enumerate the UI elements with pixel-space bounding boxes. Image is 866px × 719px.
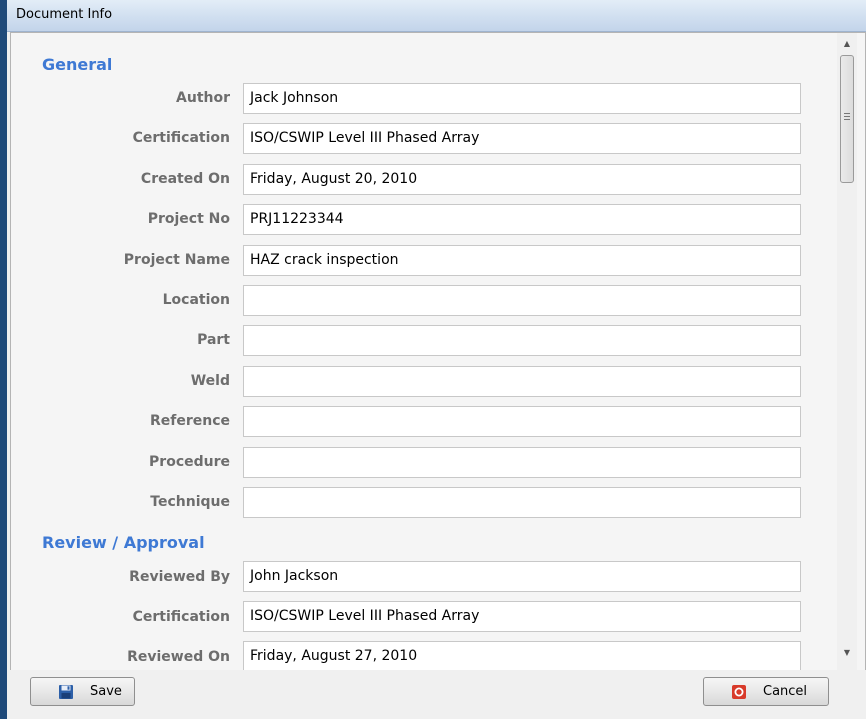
title-bar[interactable]: Document Info: [7, 0, 866, 32]
grip-line-icon: [844, 116, 850, 117]
grip-line-icon: [844, 113, 850, 114]
document-info-window: Document Info General Author Jack Johnso…: [7, 0, 866, 719]
section-title-review: Review / Approval: [42, 533, 205, 552]
location-field[interactable]: [243, 285, 801, 316]
scrollbar-thumb[interactable]: [840, 55, 854, 183]
reviewed-by-field[interactable]: John Jackson: [243, 561, 801, 592]
certification-label: Certification: [132, 130, 230, 146]
project-no-field[interactable]: PRJ11223344: [243, 204, 801, 235]
project-name-label: Project Name: [123, 252, 230, 268]
reference-label: Reference: [149, 413, 230, 429]
section-title-general: General: [42, 55, 113, 74]
technique-field[interactable]: [243, 487, 801, 518]
procedure-label: Procedure: [149, 454, 230, 470]
reviewed-on-field[interactable]: Friday, August 27, 2010: [243, 641, 801, 670]
red-stop-icon: [732, 685, 746, 699]
part-field[interactable]: [243, 325, 801, 356]
weld-field[interactable]: [243, 366, 801, 397]
location-label: Location: [162, 292, 230, 308]
save-button[interactable]: Save: [30, 677, 135, 706]
part-label: Part: [197, 332, 230, 348]
project-no-label: Project No: [147, 211, 230, 227]
author-label: Author: [176, 90, 230, 106]
author-field[interactable]: Jack Johnson: [243, 83, 801, 114]
reviewed-by-label: Reviewed By: [129, 569, 230, 585]
window-title: Document Info: [16, 7, 113, 22]
technique-label: Technique: [150, 494, 230, 510]
reviewed-on-label: Reviewed On: [127, 649, 230, 665]
procedure-field[interactable]: [243, 447, 801, 478]
review-certification-field[interactable]: ISO/CSWIP Level III Phased Array: [243, 601, 801, 632]
cancel-button[interactable]: Cancel: [703, 677, 829, 706]
created-on-label: Created On: [140, 171, 230, 187]
created-on-field[interactable]: Friday, August 20, 2010: [243, 164, 801, 195]
reference-field[interactable]: [243, 406, 801, 437]
scroll-down-arrow-icon[interactable]: ▼: [837, 644, 857, 661]
review-certification-label: Certification: [132, 609, 230, 625]
weld-label: Weld: [190, 373, 230, 389]
scroll-up-arrow-icon[interactable]: ▲: [837, 35, 857, 52]
save-button-label: Save: [90, 684, 122, 699]
floppy-disk-icon: [59, 685, 73, 699]
cancel-button-label: Cancel: [763, 684, 808, 699]
form-panel: General Author Jack Johnson Certificatio…: [10, 32, 866, 671]
certification-field[interactable]: ISO/CSWIP Level III Phased Array: [243, 123, 801, 154]
vertical-scrollbar[interactable]: ▲ ▼: [837, 33, 857, 670]
grip-line-icon: [844, 119, 850, 120]
button-bar: Save Cancel: [7, 670, 866, 719]
project-name-field[interactable]: HAZ crack inspection: [243, 245, 801, 276]
